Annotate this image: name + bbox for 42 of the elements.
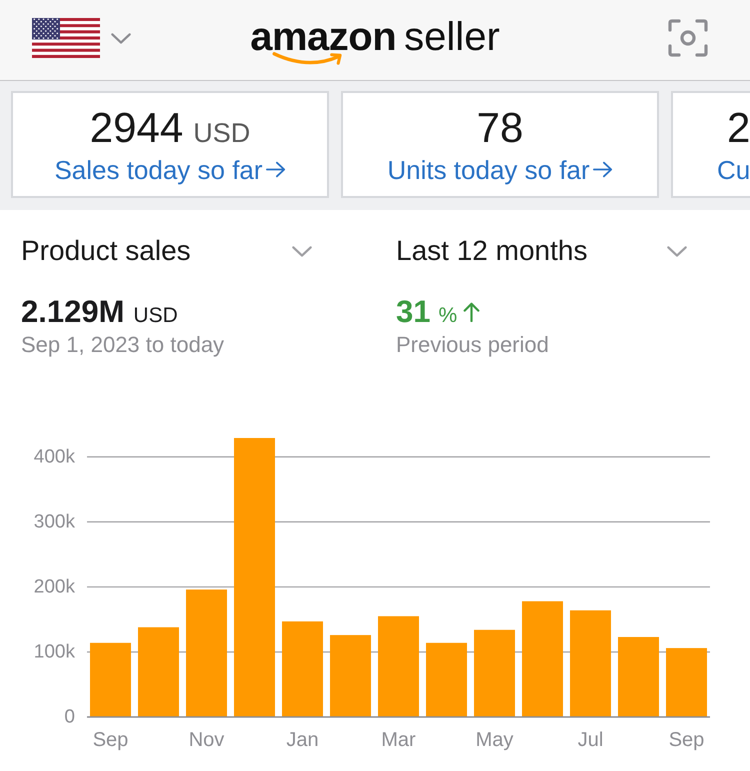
y-axis-label: 300k — [34, 511, 75, 532]
change-unit: % — [438, 303, 458, 329]
bar — [666, 648, 707, 717]
metric-value: 2944 — [90, 104, 184, 152]
metric-link[interactable]: Sales today so far — [54, 154, 286, 186]
metric-value: 2 — [727, 104, 750, 152]
x-axis-label: Nov — [188, 729, 224, 751]
metric-card[interactable]: 2944 USD Sales today so far — [11, 91, 329, 198]
x-axis-label: Mar — [381, 729, 416, 751]
y-axis-label: 200k — [34, 576, 75, 598]
arrow-right-icon — [592, 161, 613, 178]
total-unit: USD — [133, 303, 178, 329]
region-selector[interactable] — [32, 18, 131, 58]
logo-brand-text: amazon — [250, 15, 396, 59]
us-flag-icon — [32, 18, 100, 58]
period-dropdown[interactable]: Last 12 months — [396, 234, 687, 268]
metric-link[interactable]: Units today so far — [387, 154, 613, 186]
scan-icon — [668, 19, 708, 57]
metric-unit: USD — [193, 116, 250, 148]
y-axis-label: 400k — [34, 446, 75, 468]
y-axis-label: 0 — [64, 706, 75, 728]
chevron-down-icon — [111, 32, 131, 44]
chevron-down-icon — [667, 246, 687, 256]
x-axis-label: Jan — [286, 729, 319, 751]
metric-link[interactable]: Cu — [717, 154, 750, 186]
x-axis-label: Sep — [668, 729, 704, 751]
arrow-right-icon — [266, 161, 286, 178]
metric-card[interactable]: 2 Cu — [671, 91, 750, 198]
x-axis-label: Sep — [92, 729, 128, 751]
metric-value: 78 — [476, 104, 524, 152]
change-value: 31 — [396, 294, 430, 330]
scan-button[interactable] — [668, 19, 708, 57]
metric-card[interactable]: 78 Units today so far — [341, 91, 659, 198]
x-axis-label: May — [476, 729, 514, 751]
logo-suffix-text: seller — [404, 15, 500, 59]
metric-dropdown[interactable]: Product sales — [21, 234, 312, 268]
total-value: 2.129M — [21, 294, 124, 330]
date-range-text: Sep 1, 2023 to today — [21, 332, 226, 358]
chevron-down-icon — [292, 246, 312, 256]
x-axis-label: Jul — [578, 729, 604, 751]
comparison-caption: Previous period — [396, 332, 550, 358]
y-axis-label: 100k — [34, 641, 75, 662]
